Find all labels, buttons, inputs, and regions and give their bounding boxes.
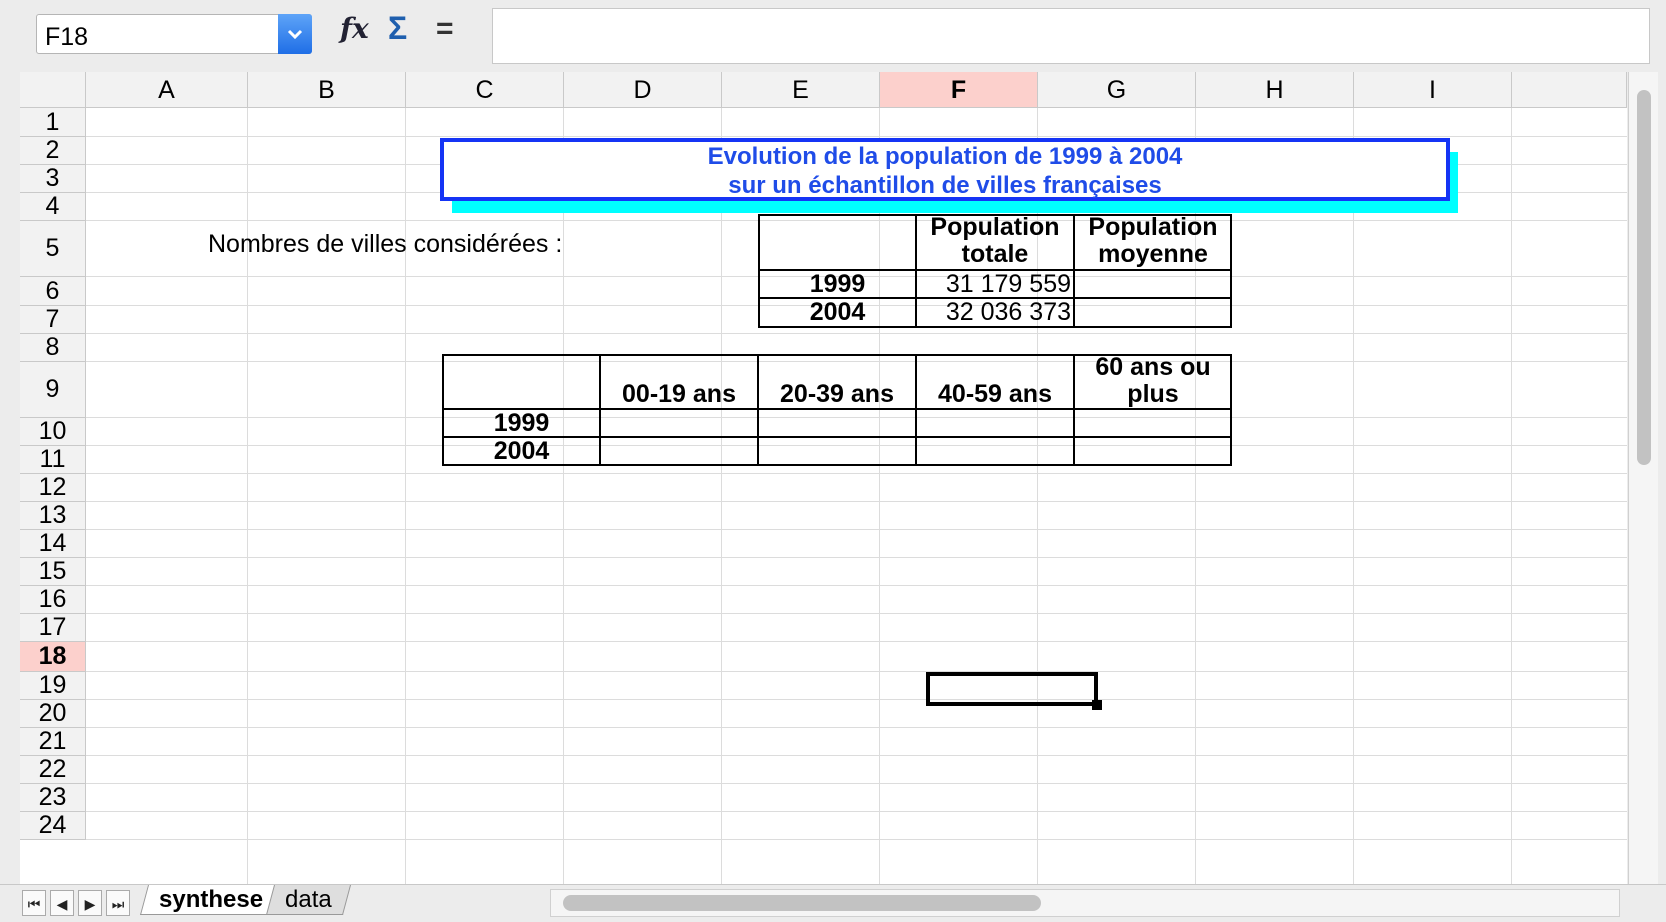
table-border	[599, 354, 601, 466]
name-box-value: F18	[45, 23, 89, 51]
gridline-vertical	[1353, 108, 1354, 884]
header-population-totale: Population totale	[930, 213, 1060, 268]
vertical-scrollbar-thumb[interactable]	[1637, 90, 1651, 465]
gridline-vertical	[563, 108, 564, 884]
row-header-3[interactable]: 3	[20, 164, 86, 193]
table-border	[915, 354, 917, 466]
gridline-horizontal	[86, 783, 1627, 784]
chevron-down-icon	[287, 29, 303, 40]
table2-year-1999: 1999	[493, 409, 550, 437]
gridline-horizontal	[86, 671, 1627, 672]
formula-bar: F18 fx Σ =	[0, 0, 1666, 70]
sheet-tab-bar: ⏮ ◀ ▶ ⏭ synthese data	[0, 884, 1666, 922]
next-sheet-icon[interactable]: ▶	[78, 890, 102, 916]
row-header-9[interactable]: 9	[20, 362, 86, 418]
first-sheet-icon[interactable]: ⏮	[22, 890, 46, 916]
row-header-8[interactable]: 8	[20, 333, 86, 362]
horizontal-scrollbar-thumb[interactable]	[563, 895, 1041, 911]
column-header-b[interactable]: B	[248, 72, 406, 108]
column-header-i[interactable]: I	[1354, 72, 1512, 108]
row-header-18[interactable]: 18	[20, 642, 86, 672]
row-header-5[interactable]: 5	[20, 221, 86, 277]
row-header-16[interactable]: 16	[20, 585, 86, 614]
function-wizard-icon[interactable]: fx	[340, 12, 369, 45]
row-header-21[interactable]: 21	[20, 727, 86, 756]
row-header-23[interactable]: 23	[20, 783, 86, 812]
column-header-e[interactable]: E	[722, 72, 880, 108]
row-header-11[interactable]: 11	[20, 445, 86, 474]
row-header-15[interactable]: 15	[20, 557, 86, 586]
total-1999[interactable]: 31 179 559	[917, 270, 1071, 299]
gridline-horizontal	[86, 136, 1627, 137]
gridline-horizontal	[86, 811, 1627, 812]
table2-year-2004: 2004	[493, 437, 550, 465]
row-header-1[interactable]: 1	[20, 108, 86, 137]
column-header-g[interactable]: G	[1038, 72, 1196, 108]
selected-cell-cursor[interactable]	[926, 672, 1098, 706]
spreadsheet-grid[interactable]: ABCDEFGHI 1 2 3 4 5 6 7 8 9 10 11 12 13 14 15 16 17 18 19 2…	[20, 72, 1627, 884]
gridline-vertical	[721, 108, 722, 884]
gridline-horizontal	[86, 699, 1627, 700]
formula-equals-icon[interactable]: =	[436, 12, 454, 46]
row-header-6[interactable]: 6	[20, 277, 86, 306]
header-60-plus: 60 ans ou plus	[1095, 353, 1211, 408]
row-header-7[interactable]: 7	[20, 305, 86, 334]
row-header-12[interactable]: 12	[20, 473, 86, 502]
column-header-filler	[1512, 72, 1627, 108]
sheet-tab-data[interactable]: data	[265, 885, 351, 915]
row-header-22[interactable]: 22	[20, 755, 86, 784]
row-header-10[interactable]: 10	[20, 417, 86, 446]
vertical-scrollbar[interactable]	[1628, 72, 1658, 884]
gridline-horizontal	[86, 529, 1627, 530]
row-header-19[interactable]: 19	[20, 671, 86, 700]
header-40-59: 40-59 ans	[938, 380, 1052, 408]
header-00-19: 00-19 ans	[622, 380, 736, 408]
gridline-horizontal	[86, 727, 1627, 728]
table-border	[757, 354, 759, 466]
table1-year-1999: 1999	[809, 270, 866, 298]
column-header-a[interactable]: A	[86, 72, 248, 108]
gridline-horizontal	[86, 755, 1627, 756]
sum-icon[interactable]: Σ	[388, 10, 407, 47]
gridline-horizontal	[86, 613, 1627, 614]
column-header-f[interactable]: F	[880, 72, 1038, 108]
sheet-tab-synthese[interactable]: synthese	[139, 885, 283, 915]
gridline-vertical	[247, 108, 248, 884]
previous-sheet-icon[interactable]: ◀	[50, 890, 74, 916]
column-header-d[interactable]: D	[564, 72, 722, 108]
gridline-horizontal	[86, 641, 1627, 642]
horizontal-scrollbar[interactable]	[550, 889, 1620, 917]
cities-count-label: Nombres de villes considérées :	[208, 230, 563, 258]
row-header-4[interactable]: 4	[20, 192, 86, 221]
gridline-horizontal	[86, 333, 1627, 334]
name-box-dropdown-button[interactable]	[278, 14, 312, 54]
gridline-horizontal	[86, 585, 1627, 586]
column-header-c[interactable]: C	[406, 72, 564, 108]
column-header-h[interactable]: H	[1196, 72, 1354, 108]
gridline-horizontal	[86, 473, 1627, 474]
gridline-vertical	[1511, 108, 1512, 884]
row-header-2[interactable]: 2	[20, 136, 86, 165]
select-all-corner[interactable]	[20, 72, 86, 108]
title-box[interactable]: Evolution de la population de 1999 à 200…	[440, 138, 1450, 201]
total-2004[interactable]: 32 036 373	[917, 298, 1071, 327]
gridline-horizontal	[86, 501, 1627, 502]
row-header-24[interactable]: 24	[20, 811, 86, 840]
gridline-vertical	[405, 108, 406, 884]
name-box[interactable]: F18	[36, 14, 312, 54]
formula-input[interactable]	[492, 8, 1650, 64]
fill-handle[interactable]	[1092, 700, 1102, 710]
row-header-14[interactable]: 14	[20, 529, 86, 558]
row-header-20[interactable]: 20	[20, 699, 86, 728]
last-sheet-icon[interactable]: ⏭	[106, 890, 130, 916]
row-header-17[interactable]: 17	[20, 613, 86, 642]
gridline-horizontal	[86, 839, 1627, 840]
table1-year-2004: 2004	[809, 298, 866, 326]
gridline-horizontal	[86, 557, 1627, 558]
title-line-1: Evolution de la population de 1999 à 200…	[707, 143, 1183, 170]
header-population-moyenne: Population moyenne	[1088, 213, 1218, 268]
row-header-13[interactable]: 13	[20, 501, 86, 530]
title-line-2: sur un échantillon de villes françaises	[728, 172, 1162, 199]
header-20-39: 20-39 ans	[780, 380, 894, 408]
